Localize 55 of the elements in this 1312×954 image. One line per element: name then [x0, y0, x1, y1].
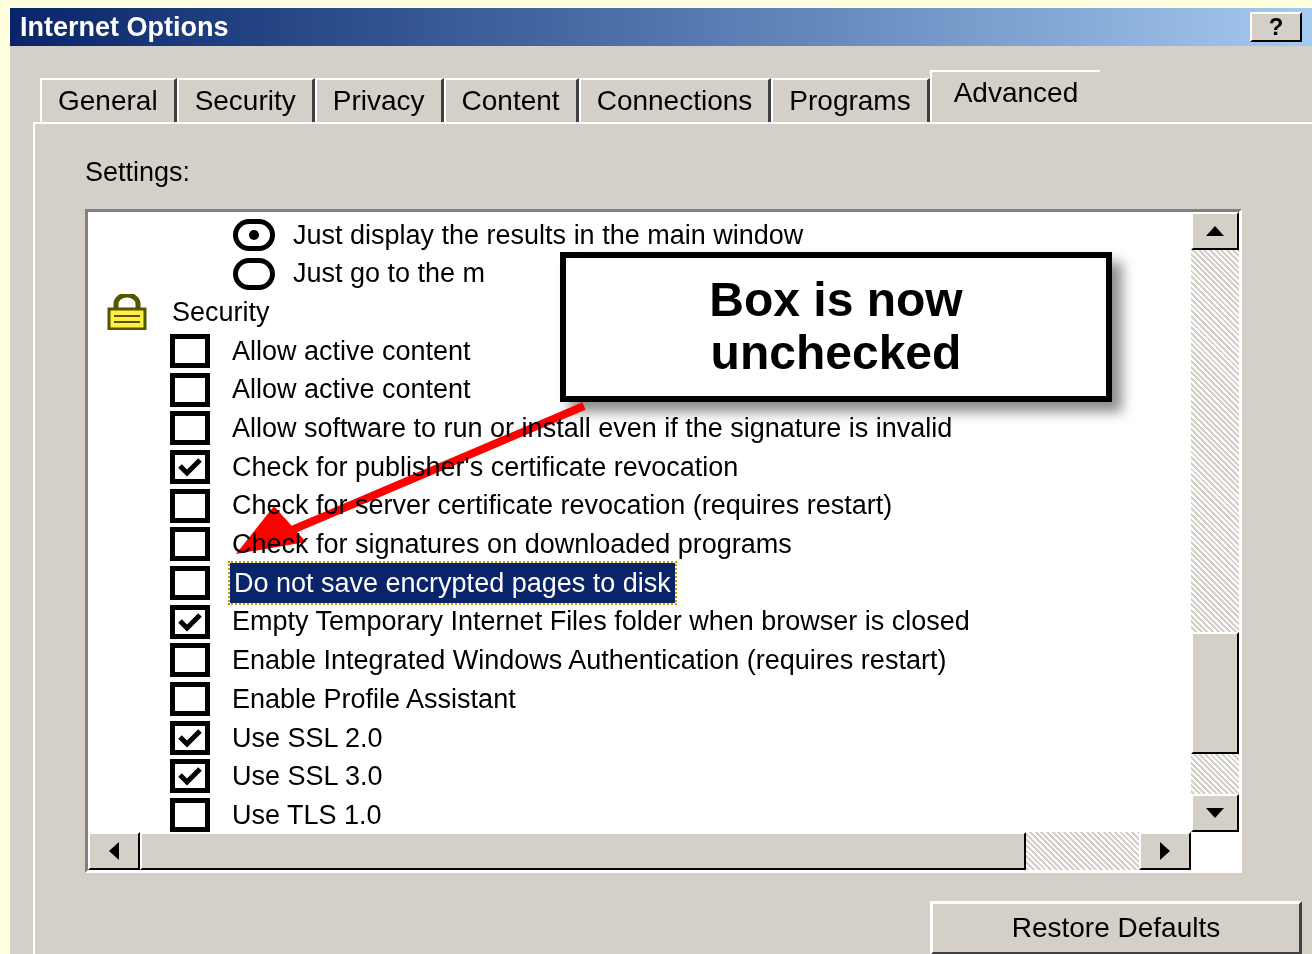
scroll-thumb[interactable] — [1191, 631, 1239, 754]
checkbox[interactable] — [170, 449, 210, 484]
option-label: Do not save encrypted pages to disk — [230, 562, 675, 604]
checkbox[interactable] — [170, 411, 210, 446]
tab[interactable]: Privacy — [314, 78, 444, 122]
checkbox[interactable] — [170, 527, 210, 562]
option-label: Allow active content — [231, 373, 472, 407]
option-label: Use SSL 3.0 — [231, 760, 384, 794]
option-label: Enable Profile Assistant — [231, 682, 517, 716]
checkbox[interactable] — [170, 488, 210, 523]
callout-text: Box is now unchecked — [708, 273, 964, 380]
padlock-icon — [106, 294, 148, 331]
scroll-down-button[interactable] — [1191, 793, 1239, 832]
scroll-thumb[interactable] — [140, 831, 1026, 870]
checkmark-icon — [177, 456, 203, 477]
option-label: Use SSL 2.0 — [231, 721, 384, 755]
window-title: Internet Options — [20, 10, 229, 44]
checkmark-icon — [177, 727, 203, 748]
radio-button[interactable] — [233, 218, 275, 251]
checkbox[interactable] — [170, 333, 210, 368]
settings-label: Settings: — [85, 156, 191, 189]
radio-button[interactable] — [233, 257, 275, 290]
tab[interactable]: General — [40, 78, 177, 122]
down-arrow-icon — [1206, 807, 1224, 818]
right-arrow-icon — [1160, 841, 1170, 860]
tab[interactable]: Content — [443, 78, 579, 122]
checkbox[interactable] — [170, 604, 210, 639]
option-label: Just go to the m — [293, 257, 486, 291]
scroll-up-button[interactable] — [1191, 211, 1239, 250]
tab[interactable]: Connections — [578, 78, 772, 122]
scroll-left-button[interactable] — [88, 831, 140, 870]
tab[interactable]: Security — [176, 78, 315, 122]
checkbox[interactable] — [170, 798, 210, 832]
tab[interactable]: Advanced — [929, 70, 1101, 122]
option-label: Use TLS 1.0 — [231, 798, 383, 832]
checkbox[interactable] — [170, 759, 210, 794]
option-label: Allow active content — [231, 334, 472, 368]
restore-defaults-button[interactable]: Restore Defaults — [930, 900, 1302, 954]
checkbox[interactable] — [170, 643, 210, 678]
option-label: Enable Integrated Windows Authentication (requires restart) — [231, 644, 948, 678]
vertical-scrollbar[interactable] — [1191, 211, 1239, 832]
up-arrow-icon — [1206, 225, 1224, 236]
checkbox[interactable] — [170, 720, 210, 755]
left-arrow-icon — [109, 841, 119, 860]
checkbox[interactable] — [170, 682, 210, 717]
scroll-right-button[interactable] — [1139, 831, 1191, 870]
option-label: Just display the results in the main window — [293, 218, 804, 252]
horizontal-scrollbar[interactable] — [88, 831, 1191, 870]
help-button[interactable]: ? — [1250, 12, 1302, 42]
checkbox[interactable] — [170, 372, 210, 407]
option-label: Empty Temporary Internet Files folder when browser is closed — [231, 605, 971, 639]
group-label: Security — [172, 295, 270, 329]
checkmark-icon — [177, 766, 203, 787]
checkbox[interactable] — [170, 566, 210, 601]
checkmark-icon — [177, 611, 203, 632]
